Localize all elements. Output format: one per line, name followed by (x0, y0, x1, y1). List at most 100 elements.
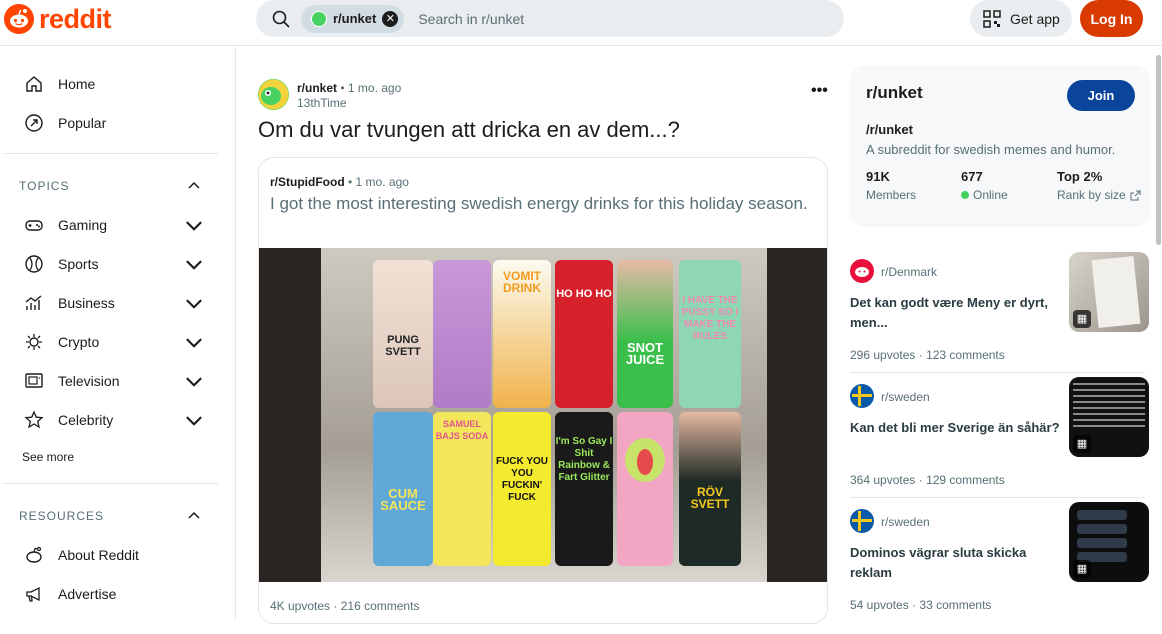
related-post-card[interactable]: r/sweden Kan det bli mer Sverige än såhä… (850, 377, 1149, 509)
related-comments: 129 comments (926, 473, 1005, 487)
receipt-image (1091, 255, 1141, 329)
gamepad-icon (25, 220, 43, 231)
rank-label: Rank by size (1057, 188, 1126, 202)
more-options-icon[interactable]: ••• (811, 82, 828, 100)
topic-business[interactable]: Business (24, 293, 204, 313)
can-label: PUNG SVETT (385, 334, 421, 358)
topic-label: Television (58, 373, 120, 389)
celebrity-star-icon (24, 410, 44, 429)
topic-crypto[interactable]: Crypto (24, 332, 204, 352)
search-scope-chip[interactable]: r/unket ✕ (301, 4, 405, 33)
top-bar: reddit r/unket ✕ Search in r/unket Get a… (0, 0, 1162, 46)
post-author[interactable]: 13thTime (297, 96, 347, 110)
can-bajs-soda: SAMUEL BAJS SODA (433, 412, 491, 566)
chevron-down-icon (186, 377, 202, 387)
topic-label: Sports (58, 256, 99, 272)
search-input[interactable]: Search in r/unket (418, 11, 524, 27)
subreddit-avatar[interactable] (258, 79, 289, 110)
can-rainbow-glitter: I'm So Gay I Shit Rainbow & Fart Glitter (555, 412, 613, 566)
clear-scope-icon[interactable]: ✕ (382, 10, 399, 27)
crosspost-subreddit-name[interactable]: r/StupidFood (270, 175, 345, 189)
related-upvotes: 54 upvotes (850, 598, 909, 612)
chevron-up-icon (188, 511, 200, 519)
reddit-logo[interactable]: reddit (4, 4, 112, 34)
can-label: CUM SAUCE (380, 486, 426, 513)
nav-home[interactable]: Home (24, 74, 204, 94)
topic-label: Gaming (58, 217, 108, 233)
related-subreddit[interactable]: r/Denmark (881, 265, 937, 279)
related-upvotes: 296 upvotes (850, 348, 916, 362)
reddit-alien-icon (26, 546, 42, 563)
post-title[interactable]: Om du var tvungen att dricka en av dem..… (258, 117, 680, 143)
rank-stat[interactable]: Top 2% Rank by size (1057, 169, 1141, 202)
community-name: r/unket (866, 83, 923, 102)
topic-label: Business (58, 295, 115, 311)
home-icon (26, 76, 42, 92)
related-thumbnail[interactable]: ▦ (1069, 377, 1149, 457)
page-scrollbar[interactable] (1156, 55, 1161, 245)
get-app-label: Get app (1010, 10, 1060, 27)
topic-television[interactable]: Television (24, 371, 204, 391)
can-label: I HAVE THE PUSSY SO I MAKE THE RULES (681, 295, 739, 342)
related-post-card[interactable]: r/sweden Dominos vägrar sluta skicka rek… (850, 502, 1149, 634)
nav-popular-label: Popular (58, 115, 107, 131)
topic-label: Celebrity (58, 412, 114, 428)
post-subreddit[interactable]: r/unket • 1 mo. ago (297, 81, 401, 95)
crosspost-title[interactable]: I got the most interesting swedish energ… (270, 192, 810, 215)
can-apple (617, 412, 673, 566)
crosspost-subreddit[interactable]: r/StupidFood • 1 mo. ago (270, 175, 409, 189)
rank-value: Top 2% (1057, 169, 1103, 184)
related-title[interactable]: Kan det bli mer Sverige än såhär? (850, 418, 1060, 438)
related-subreddit[interactable]: r/sweden (881, 515, 930, 529)
nav-home-label: Home (58, 76, 96, 92)
related-thumbnail[interactable]: ▦ (1069, 502, 1149, 582)
related-thumbnail[interactable]: ▦ (1069, 252, 1149, 332)
post-header: r/unket • 1 mo. ago 13thTime ••• (258, 78, 828, 112)
nav-popular[interactable]: Popular (24, 113, 204, 133)
resources-heading[interactable]: RESOURCES (19, 509, 201, 523)
topic-sports[interactable]: Sports (24, 254, 204, 274)
related-post-card[interactable]: r/Denmark Det kan godt være Meny er dyrt… (850, 252, 1149, 384)
can-label: VOMIT DRINK (503, 269, 541, 295)
image-gallery-icon: ▦ (1073, 560, 1091, 578)
post-subreddit-name[interactable]: r/unket (297, 81, 337, 95)
search-bar[interactable]: r/unket ✕ Search in r/unket (256, 0, 844, 37)
post-timestamp: 1 mo. ago (347, 81, 402, 95)
screenshot-text-lines (1073, 383, 1145, 385)
resource-about-reddit[interactable]: About Reddit (24, 545, 204, 565)
see-more-button[interactable]: See more (22, 450, 74, 464)
topic-celebrity[interactable]: Celebrity (24, 410, 204, 430)
can-label: RÖV SVETT (690, 485, 730, 511)
topic-gaming[interactable]: Gaming (24, 215, 204, 235)
external-link-icon (1130, 190, 1141, 200)
post-image[interactable]: PUNG SVETT VOMIT DRINK HO HO HO SNOT JUI… (259, 248, 827, 582)
related-title[interactable]: Dominos vägrar sluta skicka reklam (850, 543, 1060, 583)
members-label: Members (866, 188, 917, 202)
get-app-button[interactable]: Get app (970, 0, 1072, 37)
crosspost-card[interactable]: r/StupidFood • 1 mo. ago I got the most … (258, 157, 828, 624)
image-gallery-icon: ▦ (1073, 310, 1091, 328)
chevron-down-icon (186, 416, 202, 426)
crosspost-comments[interactable]: 216 comments (341, 599, 420, 613)
popular-icon (25, 114, 43, 132)
members-value: 91K (866, 169, 890, 184)
related-subreddit[interactable]: r/sweden (881, 390, 930, 404)
card-divider (850, 497, 1145, 498)
can-rov-svett: RÖV SVETT (679, 412, 741, 566)
can-snot-juice: SNOT JUICE (617, 260, 673, 408)
related-title[interactable]: Det kan godt være Meny er dyrt, men... (850, 293, 1060, 333)
chevron-down-icon (186, 260, 202, 270)
can-label: SNOT JUICE (625, 340, 665, 367)
can-ho-ho-ho: HO HO HO (555, 260, 613, 408)
topics-heading[interactable]: TOPICS (19, 179, 201, 193)
resource-advertise[interactable]: Advertise (24, 584, 204, 604)
related-stats: 54 upvotes · 33 comments (850, 598, 992, 612)
subreddit-sweden-icon (850, 509, 874, 533)
message-bubbles (1077, 510, 1127, 520)
login-button[interactable]: Log In (1080, 0, 1143, 37)
chevron-down-icon (186, 299, 202, 309)
can-label: HO HO HO (556, 288, 612, 300)
image-gallery-icon: ▦ (1073, 435, 1091, 453)
join-button[interactable]: Join (1067, 80, 1135, 111)
topic-label: Crypto (58, 334, 100, 350)
